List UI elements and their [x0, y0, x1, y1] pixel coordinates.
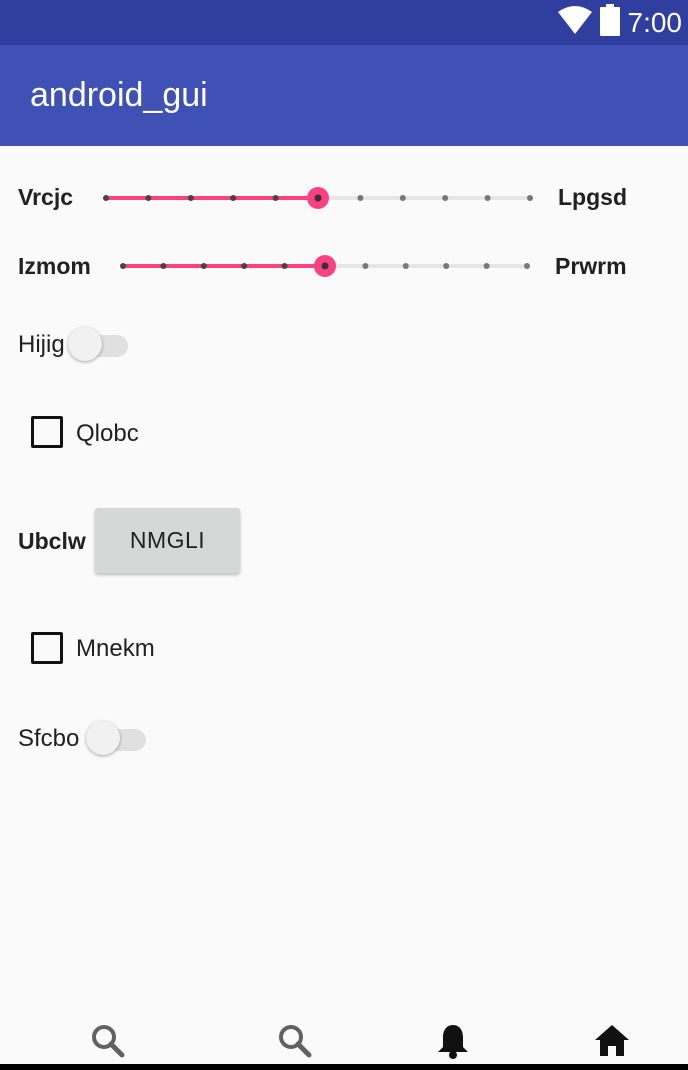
- app-title: android_gui: [30, 76, 208, 114]
- nav-notifications[interactable]: [429, 1023, 477, 1067]
- slider-vrcjc[interactable]: [96, 183, 540, 213]
- slider-1-left-label: Vrcjc: [18, 184, 73, 210]
- mnekm-checkbox[interactable]: [31, 632, 63, 664]
- nmgli-button[interactable]: NMGLI: [95, 508, 240, 573]
- slider-tick: [160, 263, 167, 269]
- switch-2-label: Sfcbo: [18, 725, 80, 752]
- home-icon: [594, 1023, 630, 1062]
- nav-search-2[interactable]: [271, 1023, 319, 1067]
- battery-icon: [599, 4, 620, 41]
- slider-tick: [362, 263, 369, 269]
- search-icon: [277, 1023, 313, 1064]
- slider-tick: [120, 263, 126, 269]
- slider-tick: [402, 263, 409, 269]
- nav-home[interactable]: [588, 1023, 636, 1067]
- slider-tick: [357, 195, 364, 201]
- bottom-navigation: [0, 1015, 688, 1070]
- slider-tick: [103, 195, 109, 201]
- slider-tick: [442, 195, 449, 201]
- search-icon: [90, 1023, 126, 1064]
- bottom-edge: [0, 1064, 688, 1070]
- checkbox-1-label: Qlobc: [76, 420, 139, 447]
- slider-tick: [484, 195, 491, 201]
- slider-2-right-label: Prwrm: [555, 253, 627, 279]
- qlobc-checkbox[interactable]: [31, 416, 63, 448]
- slider-tick: [241, 263, 248, 269]
- slider-tick: [527, 195, 533, 201]
- app-bar: android_gui: [0, 45, 688, 146]
- slider-tick: [399, 195, 406, 201]
- status-time: 7:00: [627, 6, 683, 38]
- nav-search-1[interactable]: [84, 1023, 132, 1067]
- slider-tick: [272, 195, 279, 201]
- bell-icon: [436, 1023, 470, 1064]
- slider-tick: [230, 195, 237, 201]
- status-icons: 7:00: [557, 0, 683, 45]
- slider-tick: [187, 195, 194, 201]
- sfcbo-switch[interactable]: [86, 719, 148, 755]
- slider-tick: [483, 263, 490, 269]
- switch-thumb: [86, 721, 120, 755]
- slider-tick: [524, 263, 530, 269]
- button-row-label: Ubclw: [18, 528, 86, 554]
- switch-1-label: Hijig: [18, 331, 65, 358]
- wifi-icon: [557, 6, 592, 39]
- slider-tick: [145, 195, 152, 201]
- slider-tick: [281, 263, 288, 269]
- slider-2-left-label: Izmom: [18, 253, 91, 279]
- slider-izmom[interactable]: [113, 251, 537, 281]
- checkbox-2-label: Mnekm: [76, 635, 155, 662]
- slider-tick: [200, 263, 207, 269]
- slider-tick: [443, 263, 450, 269]
- status-bar: 7:00: [0, 0, 688, 45]
- slider-1-right-label: Lpgsd: [558, 184, 627, 210]
- slider-thumb-dot: [321, 262, 329, 270]
- switch-thumb: [68, 327, 102, 361]
- slider-thumb-dot: [314, 194, 322, 202]
- hijig-switch[interactable]: [68, 325, 130, 361]
